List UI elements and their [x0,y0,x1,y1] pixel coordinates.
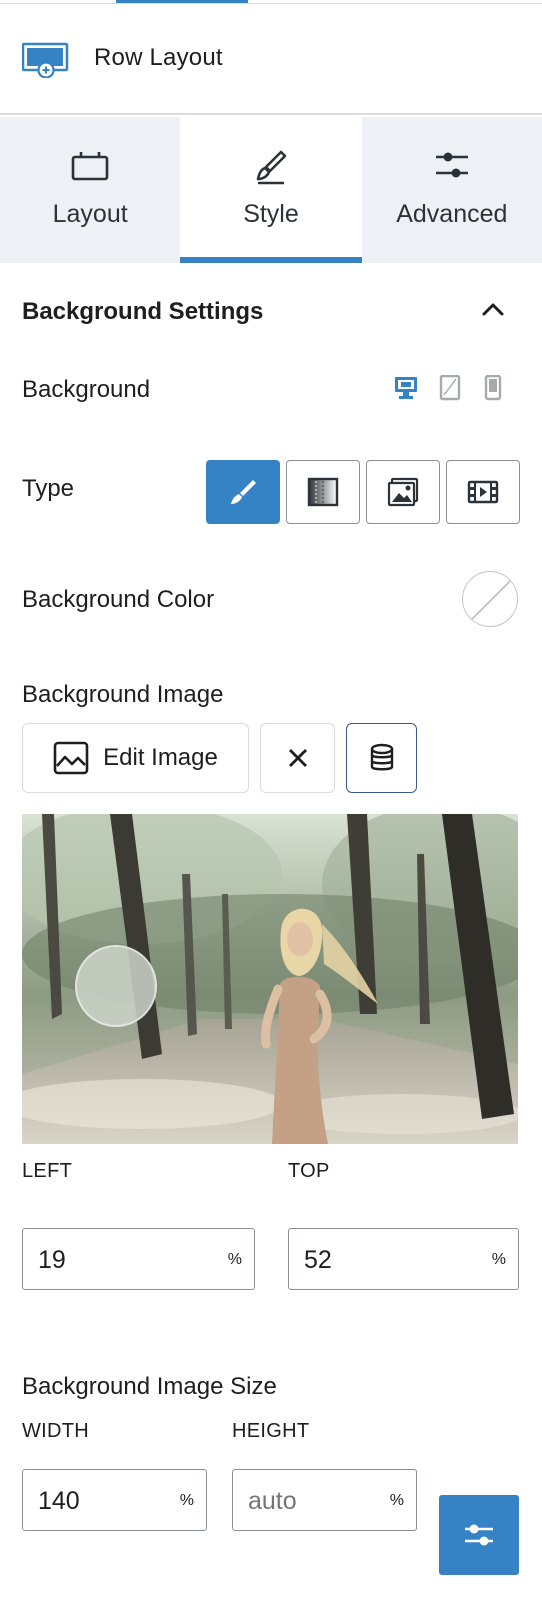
background-image-label: Background Image [22,681,224,708]
image-height-input[interactable]: auto % [232,1469,417,1531]
sliders-icon [465,1524,493,1546]
focal-top-value: 52 [304,1246,332,1274]
background-color-swatch[interactable] [462,571,518,627]
image-icon [387,477,419,507]
focal-left-input[interactable]: 19 % [22,1228,255,1290]
mobile-icon[interactable] [484,375,502,401]
dynamic-content-button[interactable] [346,723,417,793]
close-icon [288,749,307,767]
focal-top-unit: % [491,1251,506,1268]
video-icon [467,480,499,504]
focal-top-input[interactable]: 52 % [288,1228,519,1290]
tab-advanced[interactable]: Advanced [362,117,542,263]
database-icon [370,743,393,771]
image-icon [53,741,89,775]
type-label: Type [22,475,75,502]
device-switcher [395,375,502,401]
left-label: LEFT [22,1160,73,1182]
focal-point-handle[interactable] [75,944,158,1027]
background-image-preview[interactable] [22,814,518,1144]
brush-icon [256,150,287,185]
image-size-label: Background Image Size [22,1373,277,1400]
type-video-button[interactable] [446,460,520,524]
tablet-icon[interactable] [439,375,461,401]
tab-style[interactable]: Style [180,117,362,263]
image-height-unit: % [389,1492,404,1509]
background-label: Background [22,376,151,403]
panel-title: Background Settings [22,298,264,325]
edit-image-button[interactable]: Edit Image [22,723,249,793]
tab-advanced-label: Advanced [396,200,508,228]
image-height-placeholder: auto [248,1487,297,1515]
tab-layout[interactable]: Layout [0,117,180,263]
image-width-value: 140 [38,1487,80,1515]
desktop-icon[interactable] [395,377,417,399]
height-label: HEIGHT [232,1420,310,1442]
type-gradient-button[interactable] [286,460,360,524]
type-classic-button[interactable] [206,460,280,524]
image-width-unit: % [179,1492,194,1509]
type-image-button[interactable] [366,460,440,524]
top-label: TOP [288,1160,330,1182]
size-settings-button[interactable] [439,1495,519,1575]
sliders-icon [435,152,468,178]
background-color-label: Background Color [22,586,215,613]
row-layout-icon [22,42,69,78]
layout-icon [71,152,109,181]
focal-left-value: 19 [38,1246,66,1274]
edit-image-label: Edit Image [103,744,218,771]
gradient-icon [307,477,339,507]
brush-icon [231,480,256,504]
tab-style-label: Style [243,200,299,228]
inspector-tabs: Layout Style Advanced [0,117,542,263]
image-width-input[interactable]: 140 % [22,1469,207,1531]
block-header: Row Layout [0,4,542,115]
focal-left-unit: % [227,1251,242,1268]
remove-image-button[interactable] [260,723,335,793]
tab-layout-label: Layout [52,200,128,228]
block-title: Row Layout [94,44,223,71]
width-label: WIDTH [22,1420,90,1442]
chevron-up-icon[interactable] [480,296,506,322]
